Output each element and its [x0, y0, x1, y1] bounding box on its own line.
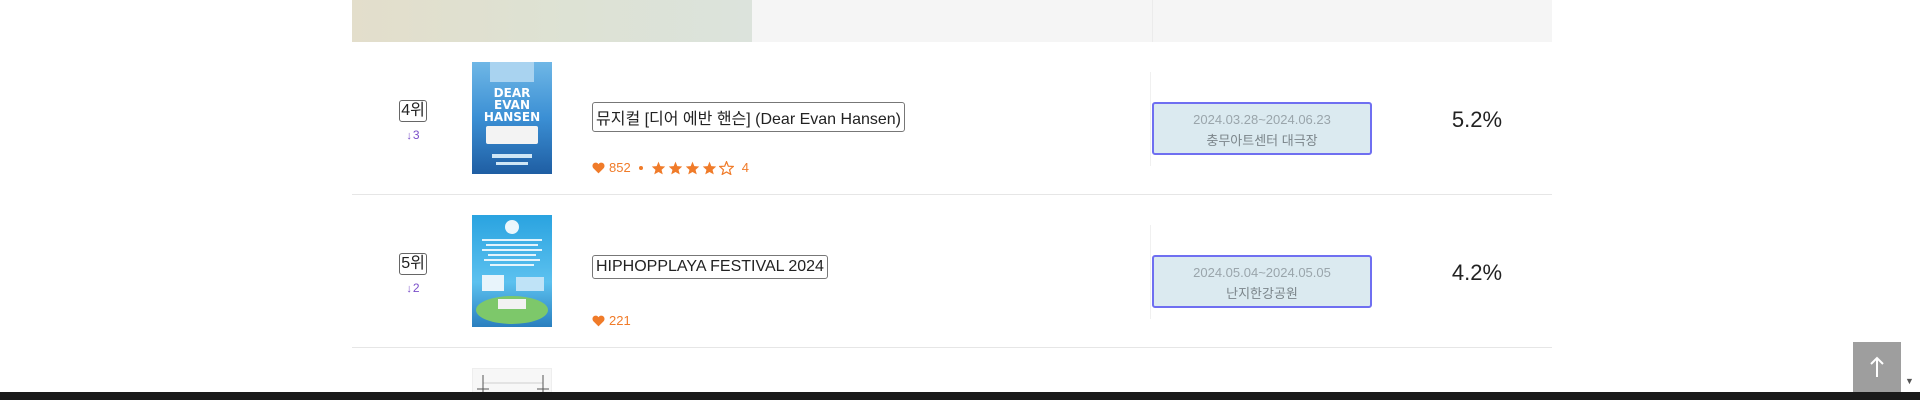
star-icon	[668, 161, 682, 174]
show-venue: 충무아트센터 대극장	[1206, 133, 1318, 148]
rank-change: ↓3	[398, 128, 428, 142]
ranking-row[interactable]: 4위 ↓3 DEAR EVAN HANSEN 뮤지컬 [디어 에반 핸슨] (D…	[352, 42, 1552, 195]
rank-number: 5위	[399, 253, 427, 275]
separator-dot	[638, 165, 643, 170]
show-venue: 난지한강공원	[1226, 286, 1298, 301]
rank-cell: 4위 ↓3	[398, 100, 428, 142]
poster-dear-evan-hansen: DEAR EVAN HANSEN	[472, 62, 552, 174]
divider	[1150, 225, 1151, 319]
scrollbar[interactable]	[1903, 0, 1920, 400]
ranking-row[interactable]: 5위 ↓2 HIPHOPPLAYA FESTIVAL 2024 221 2024…	[352, 195, 1552, 348]
share-percent: 5.2%	[1451, 107, 1503, 132]
show-title[interactable]: 뮤지컬 [디어 에반 핸슨] (Dear Evan Hansen)	[592, 102, 905, 132]
rating-value: 4	[741, 160, 749, 175]
cell-partial	[752, 0, 1152, 42]
show-period: 2024.05.04~2024.05.05	[1193, 265, 1331, 280]
star-icon	[651, 161, 665, 174]
bottom-bar	[0, 392, 1920, 400]
show-meta: 852 4	[592, 160, 749, 175]
heart-icon	[592, 315, 605, 326]
rank-cell: 5위 ↓2	[398, 253, 428, 295]
arrow-down-icon: ↓	[406, 130, 412, 142]
rank-change-value: 3	[412, 128, 420, 142]
star-icon	[685, 161, 699, 174]
poster-image[interactable]	[472, 215, 552, 327]
scroll-to-top-button[interactable]	[1853, 342, 1901, 392]
arrow-up-icon	[1870, 356, 1884, 377]
venue-info: 2024.05.04~2024.05.05 난지한강공원	[1152, 255, 1372, 308]
ranking-page: 4위 ↓3 DEAR EVAN HANSEN 뮤지컬 [디어 에반 핸슨] (D…	[0, 0, 1920, 400]
rank-change: ↓2	[398, 281, 428, 295]
heart-icon	[592, 162, 605, 173]
rank-change-value: 2	[412, 281, 420, 295]
poster-hiphopplaya-festival	[472, 215, 552, 327]
poster-partial	[352, 0, 752, 42]
arrow-down-icon: ↓	[406, 283, 412, 295]
like-count: 852	[609, 160, 631, 175]
poster-image[interactable]: DEAR EVAN HANSEN	[472, 62, 552, 174]
venue-info: 2024.03.28~2024.06.23 충무아트센터 대극장	[1152, 102, 1372, 155]
star-outline-icon	[718, 160, 734, 175]
ranking-row-partial	[352, 0, 1552, 42]
show-period: 2024.03.28~2024.06.23	[1193, 112, 1331, 127]
rank-number: 4위	[399, 100, 427, 122]
scroll-down-icon[interactable]: ▼	[1905, 376, 1914, 386]
like-count: 221	[609, 313, 631, 328]
show-meta: 221	[592, 313, 631, 328]
share-percent: 4.2%	[1451, 260, 1503, 285]
show-title[interactable]: HIPHOPPLAYA FESTIVAL 2024	[592, 255, 828, 279]
poster-word: HANSEN	[484, 110, 540, 124]
rating-stars	[651, 160, 734, 175]
star-icon	[702, 161, 716, 174]
cell-partial	[1152, 0, 1552, 42]
divider	[1150, 72, 1151, 166]
